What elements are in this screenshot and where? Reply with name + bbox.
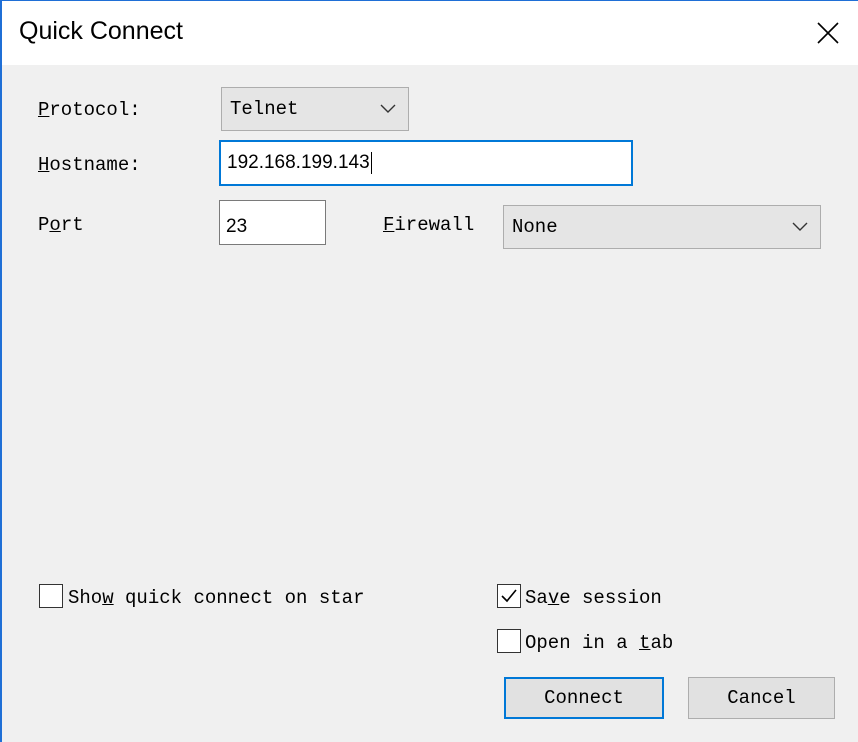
open-in-tab-label[interactable]: Open in a tab: [525, 632, 673, 654]
dialog-title: Quick Connect: [19, 17, 183, 45]
text-cursor: [370, 151, 372, 174]
save-session-label[interactable]: Save session: [525, 587, 662, 609]
protocol-value: Telnet: [230, 98, 299, 120]
quick-connect-dialog: Quick Connect Protocol: Telnet Hostname:…: [0, 0, 858, 742]
close-icon: [817, 22, 839, 44]
firewall-select[interactable]: None: [503, 205, 821, 249]
protocol-label: Protocol:: [38, 99, 141, 121]
chevron-down-icon: [792, 222, 808, 231]
save-session-checkbox[interactable]: [497, 584, 521, 608]
hostname-label: Hostname:: [38, 154, 141, 176]
hostname-input[interactable]: 192.168.199.143: [219, 140, 633, 186]
port-label: Port: [38, 214, 84, 236]
checkmark-icon: [501, 589, 517, 603]
close-button[interactable]: [798, 1, 858, 65]
show-quick-connect-label[interactable]: Show quick connect on star: [68, 587, 364, 609]
show-quick-connect-checkbox[interactable]: [39, 584, 63, 608]
port-value: 23: [226, 216, 248, 237]
chevron-down-icon: [380, 104, 396, 113]
firewall-label: Firewall: [383, 214, 475, 236]
hostname-value: 192.168.199.143: [227, 152, 370, 174]
connect-button[interactable]: Connect: [504, 677, 664, 719]
protocol-select[interactable]: Telnet: [221, 87, 409, 131]
cancel-button[interactable]: Cancel: [688, 677, 835, 719]
title-bar: Quick Connect: [2, 1, 858, 65]
open-in-tab-checkbox[interactable]: [497, 629, 521, 653]
port-input[interactable]: 23: [219, 200, 326, 245]
firewall-value: None: [512, 216, 558, 238]
